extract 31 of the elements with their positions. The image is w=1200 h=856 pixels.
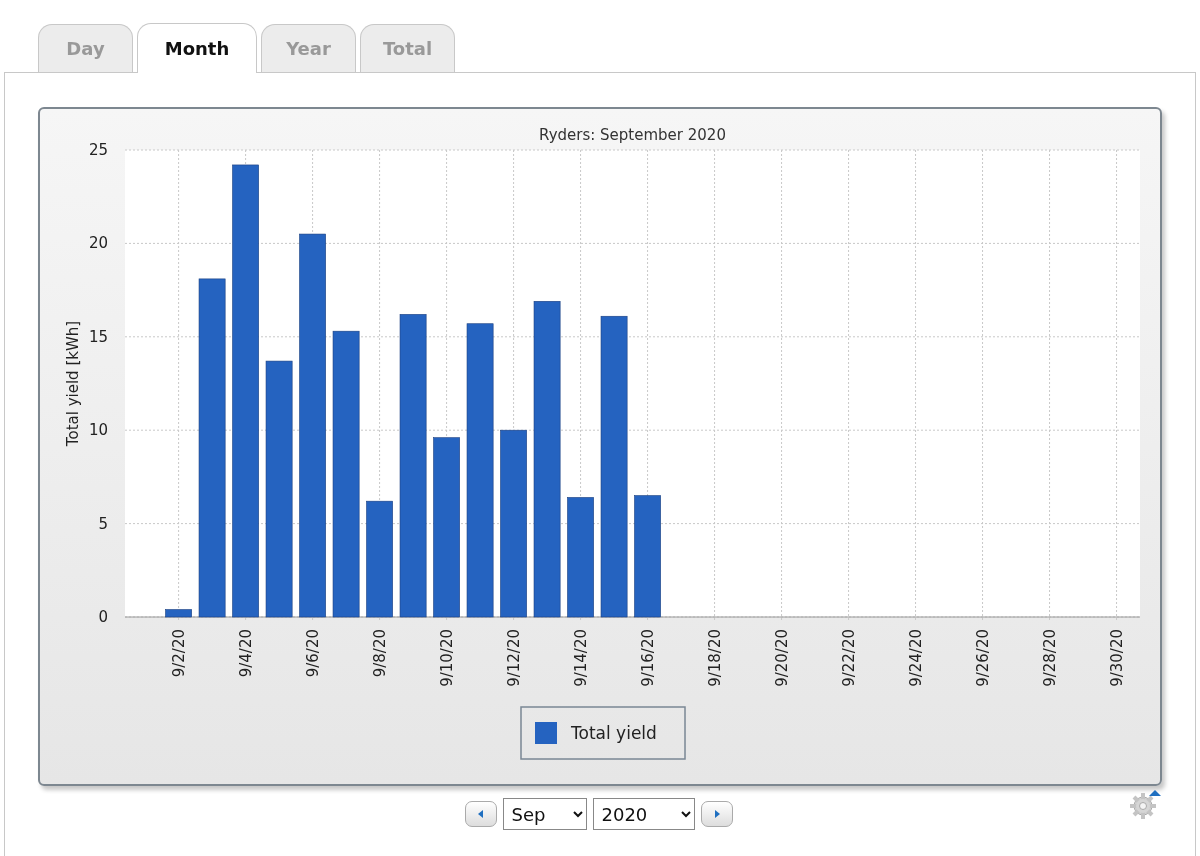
tab[interactable]: Month bbox=[137, 23, 257, 73]
bar bbox=[165, 609, 192, 618]
month-dropdown[interactable]: Sep bbox=[502, 798, 587, 830]
y-tick-label: 10 bbox=[88, 421, 108, 440]
y-axis-label: Total yield [kWh] bbox=[64, 320, 82, 447]
chart-title: Ryders: September 2020 bbox=[539, 126, 726, 144]
next-button[interactable] bbox=[700, 801, 733, 827]
y-tick-label: 15 bbox=[88, 327, 108, 346]
y-tick-label: 0 bbox=[98, 608, 108, 626]
legend-label: Total yield bbox=[571, 723, 657, 743]
x-tick-label: 9/22/20 bbox=[839, 629, 858, 687]
x-tick-label: 9/14/20 bbox=[571, 629, 590, 687]
x-tick-label: 9/2/20 bbox=[169, 629, 188, 678]
y-tick-label: 5 bbox=[98, 514, 108, 533]
x-tick-label: 9/20/20 bbox=[772, 629, 791, 687]
x-tick-label: 9/6/20 bbox=[303, 629, 322, 678]
x-tick-label: 9/18/20 bbox=[705, 629, 724, 687]
year-dropdown[interactable]: 2020 bbox=[592, 798, 695, 830]
x-tick-label: 9/10/20 bbox=[437, 629, 456, 687]
legend-swatch bbox=[535, 722, 557, 744]
x-tick-label: 9/26/20 bbox=[973, 629, 992, 687]
y-tick-label: 25 bbox=[88, 141, 108, 159]
x-tick-label: 9/24/20 bbox=[906, 629, 925, 687]
x-tick-label: 9/28/20 bbox=[1040, 629, 1059, 687]
x-tick-label: 9/12/20 bbox=[504, 629, 523, 687]
x-tick-label: 9/16/20 bbox=[638, 629, 657, 687]
y-tick-label: 20 bbox=[88, 234, 108, 253]
x-tick-label: 9/30/20 bbox=[1107, 629, 1126, 687]
x-tick-label: 9/8/20 bbox=[370, 629, 389, 678]
x-tick-label: 9/4/20 bbox=[236, 629, 255, 678]
previous-button[interactable] bbox=[464, 801, 497, 827]
